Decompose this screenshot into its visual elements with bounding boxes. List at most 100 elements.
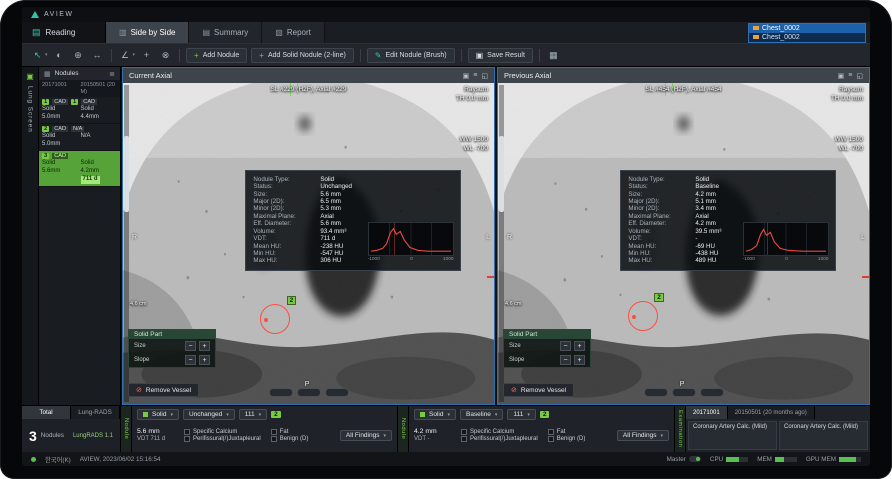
nodule-controls-current: Solid ▾ Unchanged ▾ 111 ▾ 2 5.6 mm [132, 406, 398, 452]
remove-vessel-button[interactable]: ⊘ Remove Vessel [503, 383, 574, 397]
orientation-right: R [507, 234, 512, 241]
nodule-vdt: VDT - [414, 436, 454, 444]
cursor-icon[interactable]: ↖ [30, 47, 45, 63]
tab-side-by-side[interactable]: ▥ Side by Side [106, 22, 189, 43]
slice-position-mark [487, 276, 494, 278]
menu-icon[interactable]: ≡ [473, 72, 477, 80]
checkbox-perifissural[interactable]: Perifissural(/)Juxtapleural [461, 436, 538, 442]
ruler-icon[interactable]: ∠ [118, 47, 133, 63]
checkbox-icon [461, 429, 467, 435]
viewer-header[interactable]: Current Axial ▣ ≡ ◱ [123, 68, 494, 83]
tab-summary[interactable]: ▤ Summary [189, 22, 262, 43]
add-icon: + [259, 51, 264, 60]
scrollbar-thumb[interactable] [499, 136, 504, 212]
examination-panel-tab[interactable]: Examination [675, 406, 686, 452]
tab-lung-rads[interactable]: Lung-RADS [71, 406, 120, 419]
preset-chip[interactable] [644, 388, 668, 397]
exam-finding[interactable]: Coronary Artery Calc. (Mild) [688, 421, 777, 450]
ct-image-current[interactable]: SL #229 (H2F), Axial #229 Raysum TH 0.0 … [123, 83, 494, 404]
checkbox-icon [548, 436, 554, 442]
checkbox-fat[interactable]: Fat [548, 429, 586, 435]
hu-histogram: -1000 0 1000 [743, 222, 829, 262]
titlebar: AVIEW [22, 7, 870, 22]
expand-icon[interactable]: ◱ [856, 72, 863, 80]
crosshair-icon[interactable]: + [139, 47, 154, 63]
checkbox-benign[interactable]: Benign (D) [271, 436, 309, 442]
slope-plus-button[interactable]: + [199, 355, 210, 365]
language-label[interactable]: 한국어(K) [45, 455, 71, 464]
patient-previous[interactable]: Chest_0002 [749, 33, 865, 42]
chevron-down-icon[interactable]: ▾ [45, 52, 48, 58]
preset-chip[interactable] [297, 388, 321, 397]
nodule-code-dropdown[interactable]: 111 ▾ [239, 409, 267, 420]
pan-icon[interactable]: ↔ [90, 47, 105, 63]
edit-nodule-button[interactable]: ✎ Edit Nodule (Brush) [367, 48, 455, 63]
all-findings-dropdown[interactable]: All Findings ▾ [617, 430, 669, 441]
patient-selector[interactable]: Chest_0002 Chest_0002 [748, 23, 866, 43]
exam-finding[interactable]: Coronary Artery Calc. (Mild) [779, 421, 868, 450]
slope-minus-button[interactable]: − [185, 355, 196, 365]
reading-icon: ▤ [32, 27, 41, 38]
save-result-button[interactable]: ▣ Save Result [468, 48, 533, 63]
exam-tab-previous[interactable]: 20150501 (20 months ago) [728, 406, 815, 419]
layout-icon[interactable]: ▦ [546, 47, 561, 63]
nodule-type-dropdown[interactable]: Solid ▾ [414, 409, 456, 420]
nodule-annotation[interactable]: 2 [628, 301, 658, 331]
tab-total[interactable]: Total [22, 406, 71, 419]
preset-chip[interactable] [700, 388, 724, 397]
checkbox-icon [184, 429, 190, 435]
add-nodule-button[interactable]: + Add Nodule [186, 48, 247, 63]
chevron-down-icon: ▾ [383, 433, 386, 439]
scale-label: 4.6 cm [130, 301, 147, 307]
toggle-icon [689, 456, 701, 462]
list-icon[interactable]: ≣ [109, 70, 115, 78]
checkbox-fat[interactable]: Fat [271, 429, 309, 435]
checkbox-specific-calcium[interactable]: Specific Calcium [184, 429, 261, 435]
scrollbar-thumb[interactable] [124, 136, 129, 212]
nodule-list-item[interactable]: 2 CAD N/A Solid5.0mm N/A [39, 124, 120, 151]
nodule-panel-tab[interactable]: Nodule [398, 406, 409, 452]
preset-chip[interactable] [325, 388, 349, 397]
nodules-panel: ▦ Nodules ≣ 20171001 20150501 (20 M) 1 C… [39, 67, 121, 405]
size-plus-button[interactable]: + [574, 341, 585, 351]
nodule-list-item-selected[interactable]: 3 CAD Solid5.6mm Solid4.2mm711 d [39, 151, 120, 187]
patient-current[interactable]: Chest_0002 [749, 24, 865, 33]
slope-plus-button[interactable]: + [574, 355, 585, 365]
nodule-info-popup: Nodule Type:Solid Status:Baseline Size:4… [620, 170, 835, 271]
cad-tag: CAD [52, 126, 68, 132]
preset-chip[interactable] [672, 388, 696, 397]
slope-minus-button[interactable]: − [560, 355, 571, 365]
nodule-status-dropdown[interactable]: Baseline ▾ [460, 409, 503, 420]
window-level-icon[interactable]: ◐ [52, 47, 67, 63]
ct-image-previous[interactable]: SL #454 (H2F), Axial #454 Raysum TH 0.0 … [498, 83, 869, 404]
size-plus-button[interactable]: + [199, 341, 210, 351]
remove-vessel-button[interactable]: ⊘ Remove Vessel [128, 383, 199, 397]
capture-icon[interactable]: ▣ [838, 72, 845, 80]
nodule-list-item[interactable]: 1 CAD 1 CAD Solid5.0mm Solid4.4mm [39, 97, 120, 124]
size-minus-button[interactable]: − [560, 341, 571, 351]
nodule-panel-tab[interactable]: Nodule [121, 406, 132, 452]
menu-icon[interactable]: ≡ [848, 72, 852, 80]
expand-icon[interactable]: ◱ [481, 72, 488, 80]
checkbox-specific-calcium[interactable]: Specific Calcium [461, 429, 538, 435]
reading-menu[interactable]: ▤ Reading [22, 22, 106, 43]
add-solid-nodule-button[interactable]: + Add Solid Nodule (2-line) [251, 48, 354, 63]
all-findings-dropdown[interactable]: All Findings ▾ [340, 430, 392, 441]
checkbox-perifissural[interactable]: Perifissural(/)Juxtapleural [184, 436, 261, 442]
nodule-type-dropdown[interactable]: Solid ▾ [137, 409, 179, 420]
tab-report[interactable]: ▧ Report [262, 22, 325, 43]
eraser-icon[interactable]: ⊗ [158, 47, 173, 63]
checkbox-benign[interactable]: Benign (D) [548, 436, 586, 442]
chevron-down-icon[interactable]: ▾ [133, 52, 136, 58]
master-toggle[interactable]: Master [667, 456, 701, 463]
size-minus-button[interactable]: − [185, 341, 196, 351]
nodule-code-dropdown[interactable]: 111 ▾ [507, 409, 535, 420]
zoom-icon[interactable]: ⊕ [71, 47, 86, 63]
exam-tab-current[interactable]: 20171001 [686, 406, 728, 419]
preset-chip[interactable] [269, 388, 293, 397]
capture-icon[interactable]: ▣ [463, 72, 470, 80]
orientation-posterior: P [680, 381, 685, 388]
nodule-status-dropdown[interactable]: Unchanged ▾ [183, 409, 235, 420]
lung-screen-strip[interactable]: ▣ Lung Screen [22, 67, 39, 405]
viewer-header[interactable]: Previous Axial ▣ ≡ ◱ [498, 68, 869, 83]
